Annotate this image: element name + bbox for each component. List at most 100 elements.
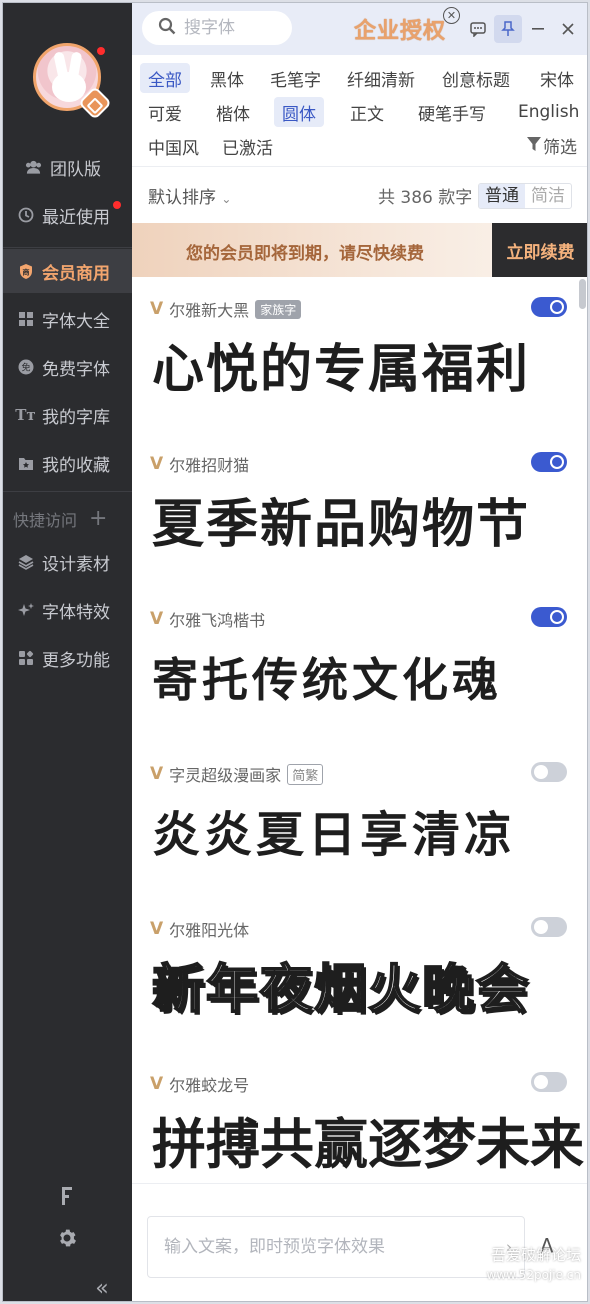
sidebar-item-label: 我的收藏 — [42, 455, 110, 476]
sidebar-item-label: 更多功能 — [42, 650, 110, 671]
sort-bar: 默认排序 ⌄ 共 386 款字 普通 简洁 — [132, 173, 587, 217]
font-name: 尔雅阳光体 — [169, 921, 250, 940]
category-english[interactable]: English — [510, 97, 587, 127]
chevron-down-icon: ⌄ — [221, 191, 232, 206]
font-item[interactable]: V 尔雅飞鸿楷书 寄托传统文化魂 — [132, 587, 587, 742]
category-handwriting[interactable]: 硬笔手写 — [410, 97, 494, 127]
font-enable-toggle[interactable] — [531, 762, 567, 782]
sort-dropdown[interactable]: 默认排序 ⌄ — [148, 183, 231, 208]
search-icon — [158, 17, 176, 39]
svg-text:免: 免 — [21, 362, 30, 374]
collapse-sidebar-icon[interactable]: « — [91, 1276, 113, 1301]
settings-gear-icon[interactable] — [56, 1227, 78, 1249]
divider — [3, 491, 132, 492]
font-enable-toggle[interactable] — [531, 917, 567, 937]
category-chinese-style[interactable]: 中国风 — [140, 131, 207, 161]
sidebar-item-team[interactable]: 团队版 — [3, 145, 132, 189]
font-item[interactable]: V 尔雅招财猫 夏季新品购物节 — [132, 432, 587, 587]
pin-icon[interactable] — [494, 15, 522, 43]
font-item[interactable]: V 尔雅新大黑 家族字 心悦的专属福利 — [132, 277, 587, 432]
search-box[interactable] — [142, 11, 292, 45]
font-item[interactable]: V 尔雅蛟龙号 拼搏共赢逐梦未来 — [132, 1052, 587, 1183]
v-check-icon: V — [150, 454, 164, 474]
sidebar-item-label: 我的字库 — [42, 407, 110, 428]
font-item-header: V 尔雅新大黑 家族字 — [150, 297, 302, 321]
enterprise-license-brand[interactable]: 企业授权 — [354, 13, 446, 45]
sidebar-item-label: 免费字体 — [42, 359, 110, 380]
font-list: V 尔雅新大黑 家族字 心悦的专属福利 V 尔雅招财猫 夏季新品购物节 V 尔雅… — [132, 277, 587, 1183]
view-mode-simple[interactable]: 简洁 — [525, 184, 571, 208]
font-preview: 心悦的专属福利 — [152, 340, 531, 400]
sidebar-item-more-features[interactable]: 更多功能 — [3, 636, 132, 680]
grid-icon — [17, 311, 34, 328]
font-item[interactable]: V 字灵超级漫画家 简繁 炎炎夏日享清凉 — [132, 742, 587, 897]
watermark-text: 吾爱破解论坛 — [490, 1246, 581, 1264]
category-brush[interactable]: 毛笔字 — [262, 63, 329, 93]
feedback-icon[interactable] — [464, 15, 492, 43]
category-all[interactable]: 全部 — [140, 63, 190, 93]
renewal-banner: 您的会员即将到期，请尽快续费 立即续费 — [132, 223, 587, 277]
font-item-header: V 尔雅招财猫 — [150, 452, 249, 476]
category-activated[interactable]: 已激活 — [214, 131, 281, 161]
sidebar-item-recent[interactable]: 最近使用 — [3, 193, 132, 237]
clock-icon — [17, 207, 34, 224]
quick-access-header: 快捷访问 + — [13, 506, 107, 531]
font-preview: 炎炎夏日享清凉 — [152, 807, 517, 863]
sidebar-item-favorites[interactable]: 我的收藏 — [3, 441, 132, 485]
notification-dot — [113, 201, 121, 209]
category-thin-fresh[interactable]: 纤细清新 — [339, 63, 423, 93]
add-icon[interactable]: + — [89, 506, 107, 531]
renew-button[interactable]: 立即续费 — [492, 223, 587, 277]
sidebar-item-my-library[interactable]: Tт 我的字库 — [3, 393, 132, 437]
sparkle-icon — [17, 602, 34, 619]
category-heiti[interactable]: 黑体 — [202, 63, 252, 93]
font-count: 共 386 款字 — [378, 187, 473, 208]
font-name: 尔雅飞鸿楷书 — [169, 611, 266, 630]
font-item-header: V 尔雅飞鸿楷书 — [150, 607, 265, 631]
font-preview: 寄托传统文化魂 — [152, 653, 502, 707]
font-enable-toggle[interactable] — [531, 297, 567, 317]
quick-access-label: 快捷访问 — [13, 510, 78, 530]
divider — [3, 247, 132, 248]
sidebar-item-design-assets[interactable]: 设计素材 — [3, 540, 132, 584]
category-yuanti[interactable]: 圆体 — [274, 97, 324, 127]
font-item[interactable]: V 尔雅阳光体 新年夜烟火晚会 — [132, 897, 587, 1052]
font-enable-toggle[interactable] — [531, 607, 567, 627]
avatar[interactable] — [33, 43, 112, 120]
view-mode-normal[interactable]: 普通 — [479, 184, 525, 208]
preview-text-input[interactable] — [147, 1216, 525, 1278]
filter-label: 筛选 — [543, 138, 577, 158]
sidebar-item-label: 会员商用 — [42, 263, 110, 284]
font-enable-toggle[interactable] — [531, 1072, 567, 1092]
filter-icon — [527, 136, 541, 156]
filter-button[interactable]: 筛选 — [527, 133, 577, 158]
category-body-text[interactable]: 正文 — [342, 97, 392, 127]
sidebar-item-font-effects[interactable]: 字体特效 — [3, 588, 132, 632]
sidebar-item-member-commercial[interactable]: 商 会员商用 — [3, 249, 132, 293]
sidebar-item-label: 字体特效 — [42, 602, 110, 623]
sort-label: 默认排序 — [148, 187, 216, 208]
font-name: 尔雅招财猫 — [169, 456, 250, 475]
search-input[interactable] — [184, 18, 284, 38]
category-cute[interactable]: 可爱 — [140, 97, 190, 127]
top-bar: 企业授权 ✕ — [132, 3, 587, 55]
v-check-icon: V — [150, 1074, 164, 1094]
sidebar-item-label: 字体大全 — [42, 311, 110, 332]
sidebar-item-free-fonts[interactable]: 免 免费字体 — [3, 345, 132, 389]
scrollbar-thumb[interactable] — [579, 279, 586, 309]
brand-close-icon[interactable]: ✕ — [443, 7, 460, 24]
font-enable-toggle[interactable] — [531, 452, 567, 472]
shield-icon: 商 — [17, 263, 34, 280]
star-folder-icon — [17, 455, 34, 472]
team-icon — [25, 159, 42, 176]
category-songti[interactable]: 宋体 — [532, 63, 582, 93]
watermark-url: www.52pojie.cn — [486, 1268, 581, 1282]
layers-icon — [17, 554, 34, 571]
close-icon[interactable] — [554, 15, 582, 43]
sidebar-item-all-fonts[interactable]: 字体大全 — [3, 297, 132, 341]
category-kaiti[interactable]: 楷体 — [208, 97, 258, 127]
v-check-icon: V — [150, 764, 164, 784]
category-creative-title[interactable]: 创意标题 — [434, 63, 518, 93]
logo-f-icon[interactable] — [56, 1185, 78, 1207]
minimize-icon[interactable] — [524, 15, 552, 43]
